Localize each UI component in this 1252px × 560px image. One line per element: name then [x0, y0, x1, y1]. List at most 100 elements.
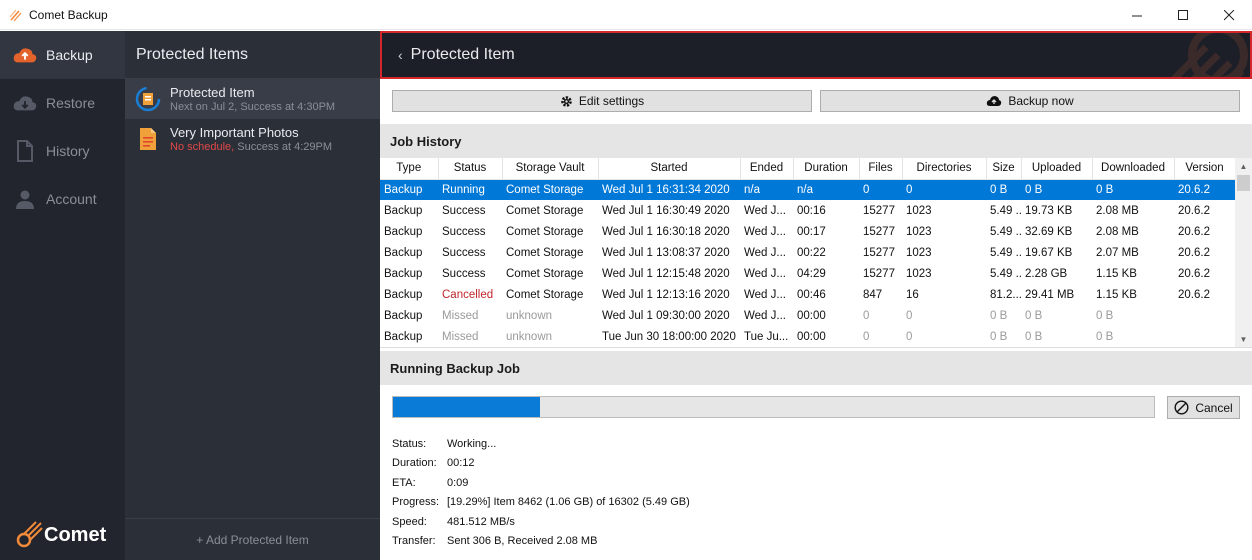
table-cell: 5.49 ... [990, 204, 1021, 217]
comet-logo: Comet [14, 520, 106, 550]
column-header-storage-vault[interactable]: Storage Vault [502, 158, 599, 180]
table-row[interactable]: Backup Success Comet Storage Wed Jul 1 16:3… [380, 221, 1235, 242]
table-cell: Comet Storage [506, 225, 584, 238]
scroll-up-icon[interactable]: ▲ [1235, 158, 1252, 175]
info-row-progress: Progress: [19.29%] Item 8462 (1.06 GB) of… [392, 493, 690, 512]
table-scrollbar[interactable]: ▲ ▼ [1235, 158, 1252, 347]
table-cell: Tue Ju... [744, 330, 789, 343]
table-cell: 00:17 [797, 225, 826, 238]
nav-item-restore[interactable]: Restore [0, 79, 125, 127]
table-cell: 20.6.2 [1174, 179, 1235, 200]
column-header-uploaded[interactable]: Uploaded [1021, 158, 1093, 180]
column-header-started[interactable]: Started [598, 158, 741, 180]
column-header-ended[interactable]: Ended [740, 158, 794, 180]
table-cell: 1023 [906, 225, 932, 238]
column-header-type[interactable]: Type [380, 158, 439, 180]
table-cell: 0 [906, 330, 913, 343]
add-protected-item-button[interactable]: + Add Protected Item [125, 518, 380, 560]
cloud-download-icon [12, 92, 38, 114]
table-cell: Cancelled [442, 288, 494, 301]
table-cell: Comet Storage [506, 204, 584, 217]
table-row[interactable]: Backup Missed unknown Wed Jul 1 09:30:00 20… [380, 305, 1235, 326]
edit-settings-button[interactable]: Edit settings [392, 90, 812, 112]
table-cell: Backup [384, 288, 423, 301]
column-header-duration[interactable]: Duration [793, 158, 860, 180]
edit-settings-label: Edit settings [578, 94, 645, 108]
table-cell [1174, 305, 1235, 326]
table-cell: Wed Jul 1 13:08:37 2020 [602, 246, 730, 259]
info-row-duration: Duration: 00:12 [392, 454, 690, 473]
info-row-eta: ETA: 0:09 [392, 474, 690, 493]
column-header-downloaded[interactable]: Downloaded [1092, 158, 1175, 180]
column-header-directories[interactable]: Directories [902, 158, 987, 180]
table-cell: 5.49 ... [990, 225, 1021, 238]
nav-item-history[interactable]: History [0, 127, 125, 175]
info-key: Speed: [392, 515, 427, 528]
nav-item-backup[interactable]: Backup [0, 31, 125, 79]
info-key: Progress: [392, 496, 440, 509]
table-cell: 20.6.2 [1178, 225, 1210, 238]
table-cell: Tue Jun 30 18:00:00 2020 [602, 330, 736, 343]
backup-now-button[interactable]: Backup now [820, 90, 1240, 112]
table-cell: Success [442, 225, 486, 238]
list-item-very-important-photos[interactable]: Very Important Photos No schedule, Succe… [125, 119, 380, 159]
nav-label-history: History [46, 143, 90, 159]
table-cell: 0 [859, 179, 902, 200]
list-item-protected-item[interactable]: Protected Item Next on Jul 2, Success at… [125, 79, 380, 119]
column-header-files[interactable]: Files [859, 158, 903, 180]
table-cell: 15277 [863, 225, 895, 238]
item-status-text: Success at 4:29PM [234, 140, 333, 153]
table-cell: 0 B [1025, 330, 1043, 343]
document-icon [12, 140, 38, 162]
table-cell: 5.49 ... [990, 267, 1021, 280]
table-cell: 20.6.2 [1178, 267, 1210, 280]
nav-label-backup: Backup [46, 47, 93, 63]
table-header-row: Type Status Storage Vault Started Ended … [380, 158, 1236, 180]
job-history-table: Type Status Storage Vault Started Ended … [380, 158, 1252, 348]
table-row[interactable]: Backup Success Comet Storage Wed Jul 1 12:1… [380, 263, 1235, 284]
table-cell: 19.67 KB [1025, 246, 1073, 259]
running-backup-job-title: Running Backup Job [380, 351, 1252, 385]
info-row-speed: Speed: 481.512 MB/s [392, 513, 690, 532]
table-row[interactable]: Backup Success Comet Storage Wed Jul 1 13:0… [380, 242, 1235, 263]
table-row[interactable]: Backup Running Comet Storage Wed Jul 1 16:3… [380, 179, 1235, 200]
table-row[interactable]: Backup Success Comet Storage Wed Jul 1 16:3… [380, 200, 1235, 221]
table-cell: Comet Storage [506, 267, 584, 280]
backup-progress-bar [392, 396, 1155, 418]
table-cell: Backup [384, 309, 423, 322]
title-bar: Comet Backup [0, 0, 1252, 30]
table-row[interactable]: Backup Cancelled Comet Storage Wed Jul 1 12… [380, 284, 1235, 305]
table-cell: 1023 [906, 204, 932, 217]
table-cell: 0 B [990, 309, 1008, 322]
table-row[interactable]: Backup Missed unknown Tue Jun 30 18:00:00 2… [380, 326, 1235, 347]
close-button[interactable] [1206, 0, 1252, 30]
table-cell: 0 B [1096, 309, 1114, 322]
item-status: Next on Jul 2, Success at 4:30PM [170, 100, 336, 113]
cancel-button[interactable]: Cancel [1167, 396, 1240, 419]
table-cell: 00:16 [797, 204, 826, 217]
column-header-status[interactable]: Status [438, 158, 503, 180]
column-header-version[interactable]: Version [1174, 158, 1236, 180]
table-cell: 16 [906, 288, 919, 301]
info-value: 481.512 MB/s [447, 515, 515, 528]
table-cell: 2.07 MB [1096, 246, 1139, 259]
table-cell: Wed J... [744, 225, 786, 238]
item-header: ‹ Protected Item [380, 31, 1252, 79]
nav-item-account[interactable]: Account [0, 175, 125, 223]
table-cell: Wed J... [744, 309, 786, 322]
table-cell: Wed J... [744, 267, 786, 280]
cloud-upload-icon [12, 44, 38, 66]
table-cell: Wed Jul 1 12:13:16 2020 [602, 288, 730, 301]
maximize-button[interactable] [1160, 0, 1206, 30]
table-cell: Wed Jul 1 16:31:34 2020 [598, 179, 740, 200]
back-icon[interactable]: ‹ [398, 47, 403, 63]
table-cell: Backup [380, 179, 438, 200]
column-header-size[interactable]: Size [986, 158, 1022, 180]
table-cell: Backup [384, 267, 423, 280]
scrollbar-thumb[interactable] [1237, 175, 1250, 191]
scroll-down-icon[interactable]: ▼ [1235, 331, 1252, 347]
table-cell: Comet Storage [506, 288, 584, 301]
cloud-upload-icon [986, 95, 1002, 107]
minimize-button[interactable] [1114, 0, 1160, 30]
table-cell: 20.6.2 [1178, 288, 1210, 301]
